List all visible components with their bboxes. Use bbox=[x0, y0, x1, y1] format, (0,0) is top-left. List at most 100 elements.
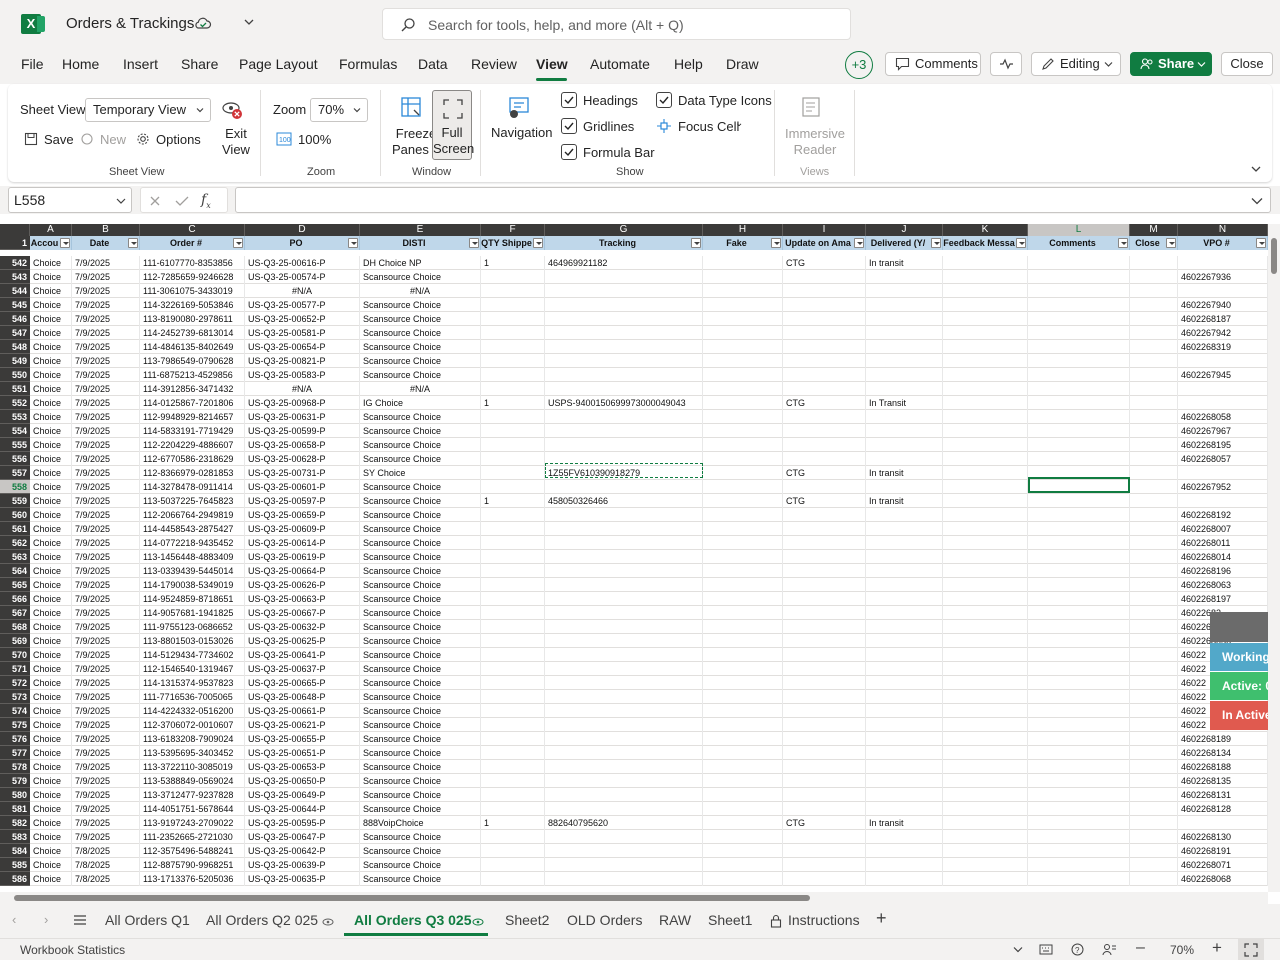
table-cell[interactable] bbox=[866, 788, 943, 802]
table-cell[interactable]: 7/9/2025 bbox=[72, 368, 140, 382]
tab-review[interactable]: Review bbox=[471, 56, 517, 72]
table-cell[interactable] bbox=[703, 872, 783, 886]
filter-dropdown-icon[interactable] bbox=[533, 238, 543, 248]
column-header-c[interactable]: C bbox=[140, 224, 245, 236]
table-cell[interactable] bbox=[866, 536, 943, 550]
table-cell[interactable]: 113-1456448-4883409 bbox=[140, 550, 245, 564]
table-cell[interactable] bbox=[703, 648, 783, 662]
table-cell[interactable] bbox=[943, 592, 1028, 606]
table-cell[interactable] bbox=[1130, 536, 1178, 550]
table-cell[interactable] bbox=[783, 452, 866, 466]
table-cell[interactable] bbox=[943, 438, 1028, 452]
tab-automate[interactable]: Automate bbox=[590, 56, 650, 72]
table-cell[interactable]: In transit bbox=[866, 256, 943, 270]
table-cell[interactable] bbox=[943, 508, 1028, 522]
table-cell[interactable]: CTG bbox=[783, 256, 866, 270]
table-cell[interactable] bbox=[703, 396, 783, 410]
table-cell[interactable]: Choice bbox=[30, 396, 72, 410]
table-cell[interactable]: 112-3575496-5488241 bbox=[140, 844, 245, 858]
table-cell[interactable] bbox=[545, 620, 703, 634]
sheet-tab-q1[interactable]: All Orders Q1 bbox=[105, 912, 190, 928]
table-cell[interactable] bbox=[783, 382, 866, 396]
table-cell[interactable] bbox=[1130, 578, 1178, 592]
table-cell[interactable]: 112-9948929-8214657 bbox=[140, 410, 245, 424]
table-cell[interactable]: US-Q3-25-00653-P bbox=[245, 760, 360, 774]
table-cell[interactable] bbox=[943, 844, 1028, 858]
table-cell[interactable]: Choice bbox=[30, 732, 72, 746]
sheet-tab-q3[interactable]: All Orders Q3 025 bbox=[354, 912, 472, 928]
filter-dropdown-icon[interactable] bbox=[691, 238, 701, 248]
table-cell[interactable]: In transit bbox=[866, 466, 943, 480]
table-cell[interactable]: US-Q3-25-00574-P bbox=[245, 270, 360, 284]
function-icon[interactable]: fx bbox=[201, 192, 211, 210]
table-cell[interactable] bbox=[1028, 788, 1130, 802]
table-cell[interactable]: Scansource Choice bbox=[360, 312, 481, 326]
table-header-cell[interactable]: QTY Shippe bbox=[481, 236, 545, 250]
table-cell[interactable] bbox=[783, 844, 866, 858]
table-cell[interactable] bbox=[1130, 368, 1178, 382]
row-number[interactable]: 564 bbox=[0, 564, 30, 578]
table-cell[interactable]: 1Z55FV610390918279 bbox=[545, 466, 703, 480]
table-cell[interactable] bbox=[545, 298, 703, 312]
table-cell[interactable] bbox=[703, 844, 783, 858]
table-cell[interactable]: US-Q3-25-00632-P bbox=[245, 620, 360, 634]
table-cell[interactable]: US-Q3-25-00654-P bbox=[245, 340, 360, 354]
table-cell[interactable] bbox=[866, 844, 943, 858]
table-cell[interactable] bbox=[545, 550, 703, 564]
table-cell[interactable]: Choice bbox=[30, 284, 72, 298]
table-cell[interactable] bbox=[866, 270, 943, 284]
table-cell[interactable]: Choice bbox=[30, 830, 72, 844]
table-cell[interactable] bbox=[1028, 550, 1130, 564]
table-cell[interactable] bbox=[1130, 466, 1178, 480]
table-cell[interactable] bbox=[703, 312, 783, 326]
table-cell[interactable] bbox=[703, 732, 783, 746]
sheet-tab-sheet1[interactable]: Sheet1 bbox=[708, 912, 752, 928]
table-cell[interactable] bbox=[783, 648, 866, 662]
table-cell[interactable] bbox=[1130, 410, 1178, 424]
table-cell[interactable] bbox=[783, 368, 866, 382]
table-cell[interactable]: 113-5395695-3403452 bbox=[140, 746, 245, 760]
table-cell[interactable]: 7/9/2025 bbox=[72, 760, 140, 774]
table-cell[interactable] bbox=[481, 634, 545, 648]
table-cell[interactable] bbox=[545, 508, 703, 522]
table-cell[interactable]: 112-2066764-2949819 bbox=[140, 508, 245, 522]
table-cell[interactable] bbox=[1028, 354, 1130, 368]
table-cell[interactable] bbox=[943, 662, 1028, 676]
table-cell[interactable] bbox=[545, 746, 703, 760]
table-cell[interactable] bbox=[545, 522, 703, 536]
table-cell[interactable] bbox=[1130, 396, 1178, 410]
row-number[interactable]: 548 bbox=[0, 340, 30, 354]
table-cell[interactable] bbox=[1130, 648, 1178, 662]
table-cell[interactable] bbox=[703, 760, 783, 774]
table-cell[interactable] bbox=[1130, 746, 1178, 760]
row-number[interactable]: 547 bbox=[0, 326, 30, 340]
table-cell[interactable] bbox=[481, 606, 545, 620]
table-cell[interactable]: 4602267940 bbox=[1178, 298, 1268, 312]
table-cell[interactable] bbox=[481, 340, 545, 354]
table-cell[interactable] bbox=[481, 788, 545, 802]
table-cell[interactable] bbox=[545, 732, 703, 746]
table-cell[interactable] bbox=[545, 858, 703, 872]
table-cell[interactable] bbox=[545, 676, 703, 690]
table-cell[interactable]: 4602268128 bbox=[1178, 802, 1268, 816]
table-cell[interactable] bbox=[866, 522, 943, 536]
table-cell[interactable]: 112-7285659-9246628 bbox=[140, 270, 245, 284]
table-cell[interactable] bbox=[1028, 858, 1130, 872]
table-cell[interactable] bbox=[783, 522, 866, 536]
table-cell[interactable] bbox=[545, 326, 703, 340]
table-cell[interactable]: 7/9/2025 bbox=[72, 704, 140, 718]
table-cell[interactable]: SY Choice bbox=[360, 466, 481, 480]
row-number[interactable]: 572 bbox=[0, 676, 30, 690]
table-cell[interactable]: Scansource Choice bbox=[360, 872, 481, 886]
table-cell[interactable] bbox=[783, 480, 866, 494]
table-cell[interactable] bbox=[481, 452, 545, 466]
table-cell[interactable] bbox=[783, 438, 866, 452]
table-cell[interactable] bbox=[703, 858, 783, 872]
table-cell[interactable] bbox=[481, 578, 545, 592]
table-cell[interactable] bbox=[1028, 256, 1130, 270]
table-cell[interactable]: 7/9/2025 bbox=[72, 564, 140, 578]
table-cell[interactable] bbox=[545, 634, 703, 648]
table-cell[interactable]: 7/9/2025 bbox=[72, 298, 140, 312]
table-cell[interactable]: Choice bbox=[30, 368, 72, 382]
table-cell[interactable] bbox=[545, 760, 703, 774]
